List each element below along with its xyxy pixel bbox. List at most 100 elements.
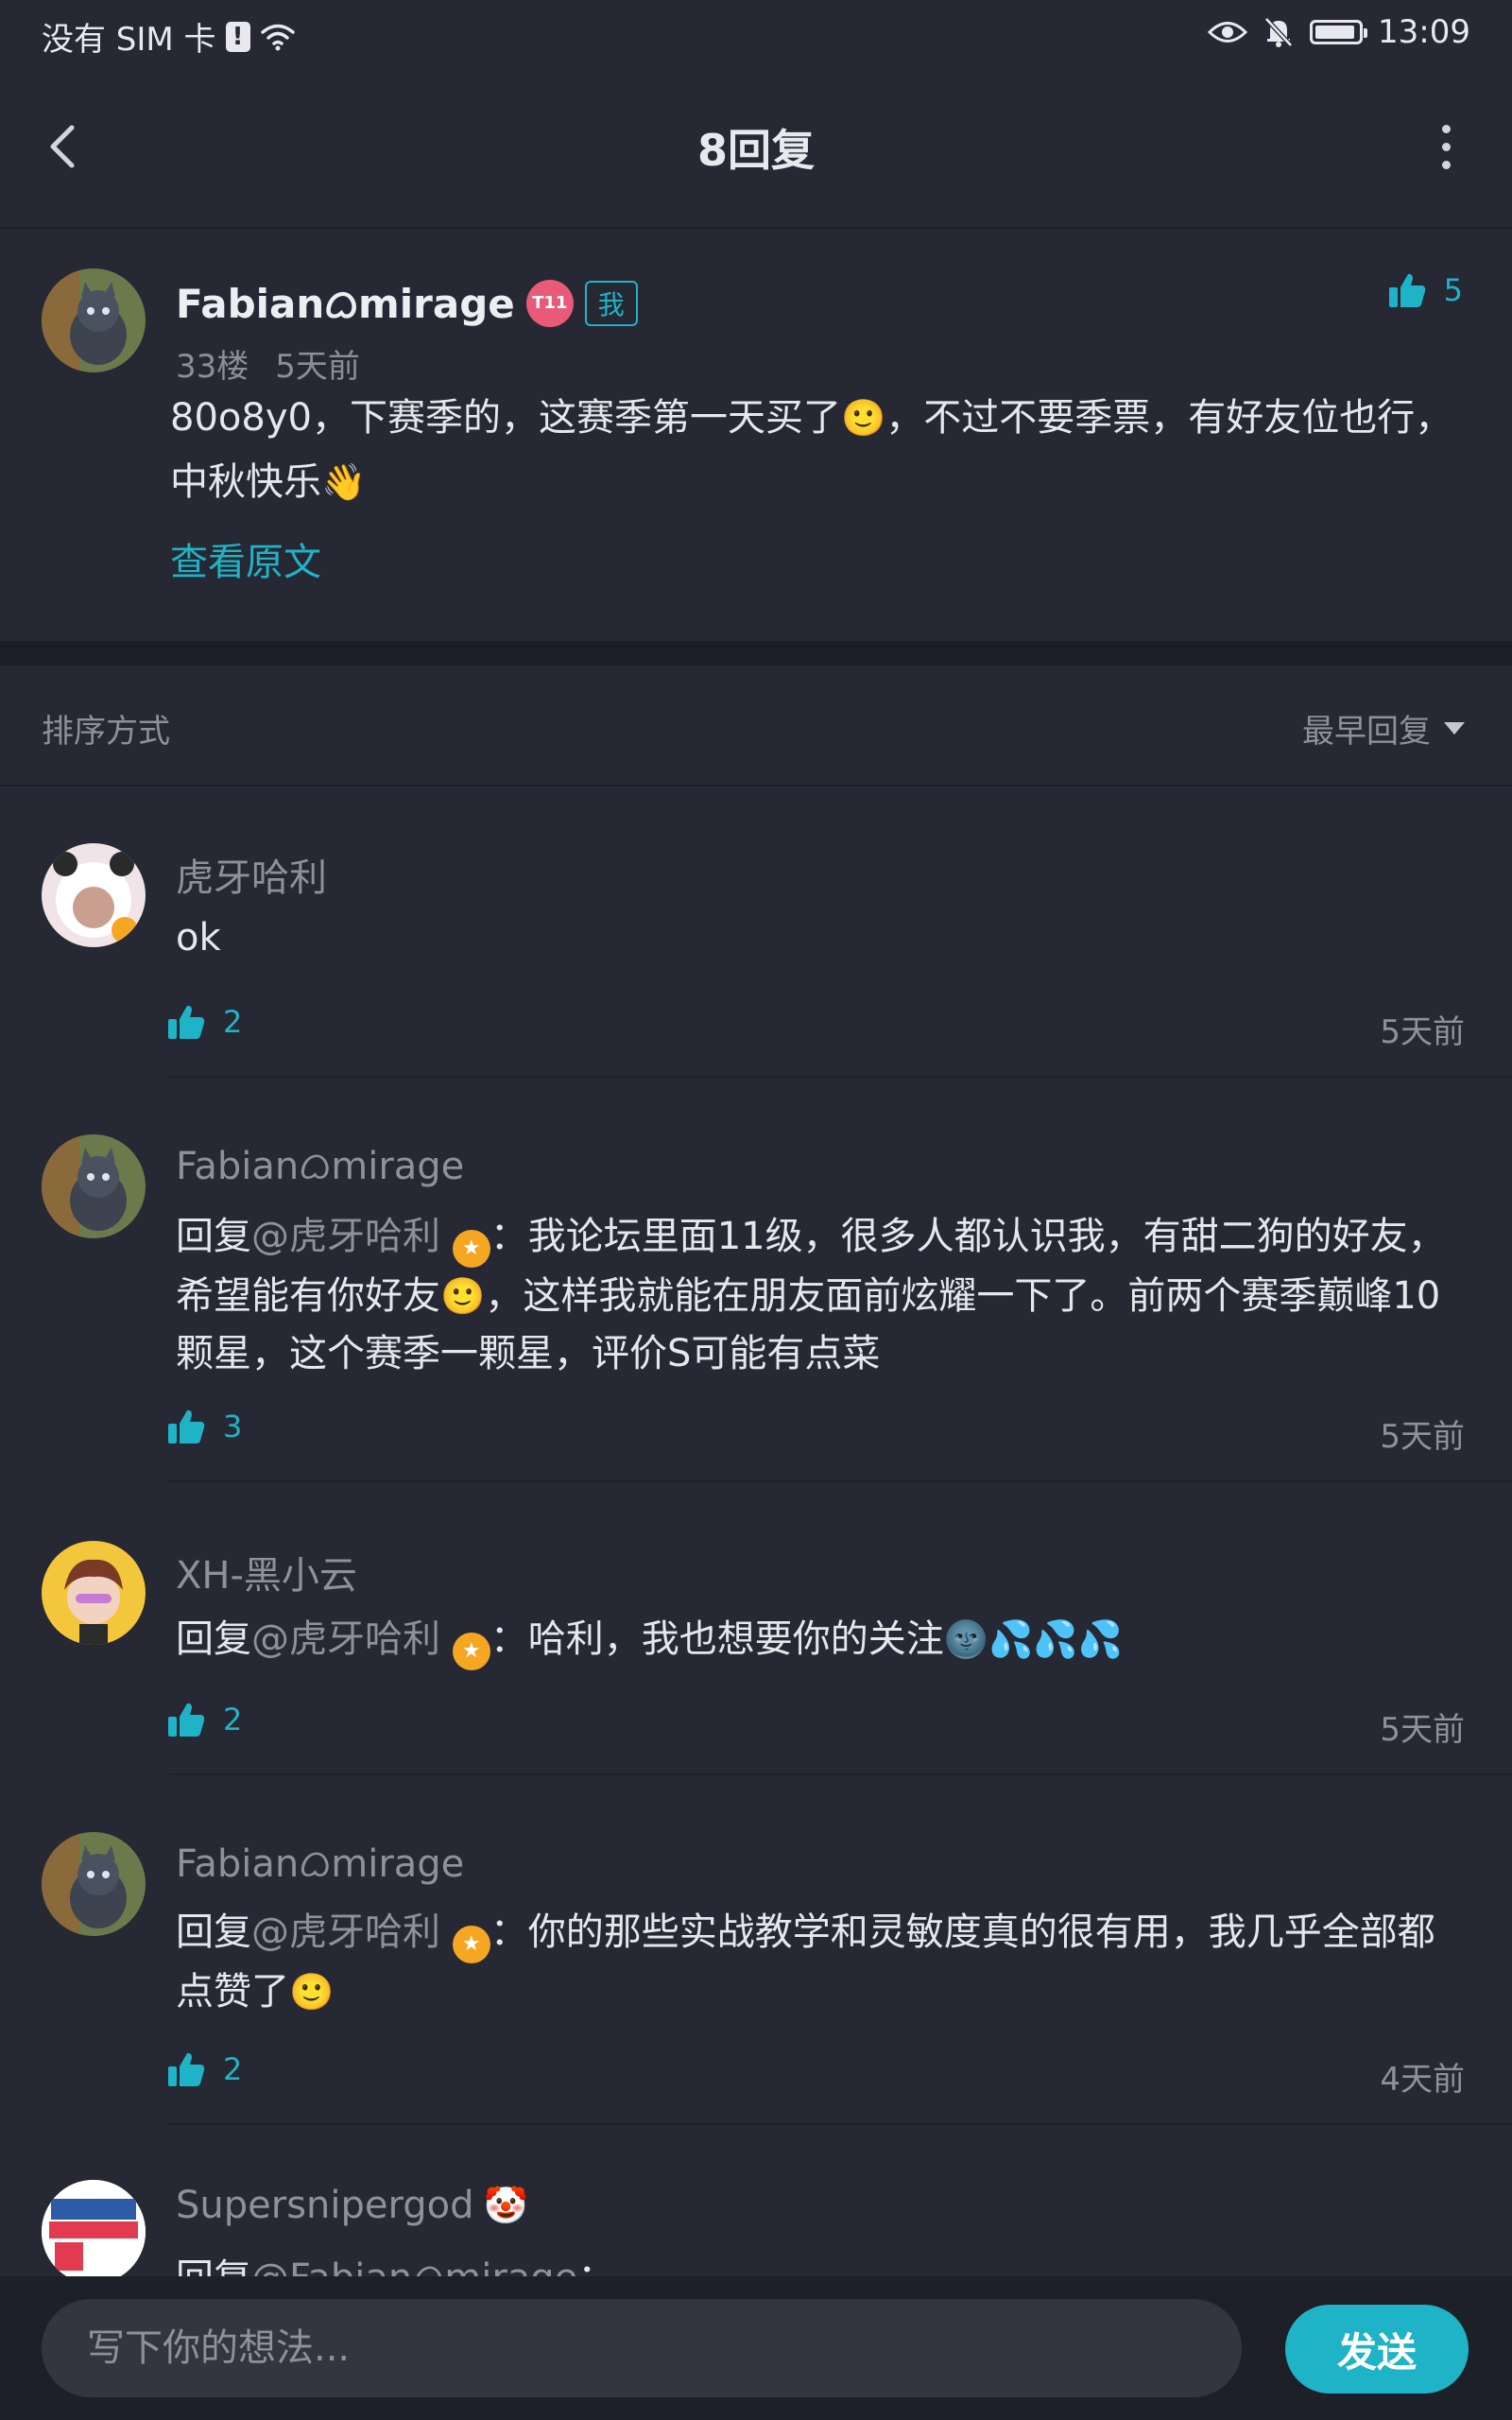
avatar[interactable] bbox=[42, 2180, 146, 2276]
reply-time: 4天前 bbox=[1380, 2061, 1465, 2099]
thumbs-up-icon bbox=[168, 1409, 205, 1443]
reply-content: 回复@虎牙哈利 ★ ：哈利，我也想要你的关注🌚💦💦💦 bbox=[176, 1611, 1470, 1670]
reply-like-count: 2 bbox=[223, 1004, 243, 1040]
reply-time: 5天前 bbox=[1380, 1711, 1465, 1749]
reply-item: XH-黑小云 回复@虎牙哈利 ★ ：哈利，我也想要你的关注🌚💦💦💦 2 5天前 bbox=[0, 1541, 1512, 1777]
send-button[interactable]: 发送 bbox=[1285, 2305, 1469, 2394]
reply-author[interactable]: Supersnipergod 🤡 bbox=[176, 2184, 528, 2227]
thumbs-up-icon bbox=[168, 2052, 205, 2086]
smile-emoji: 🙂 bbox=[840, 397, 886, 439]
post-content: 80o8y0，下赛季的，这赛季第一天买了🙂，不过不要季票，有好友位也行，中秋快乐… bbox=[170, 386, 1455, 514]
status-left: 没有 SIM 卡 ! bbox=[42, 13, 296, 60]
mention-link[interactable]: @虎牙哈利 bbox=[251, 1215, 440, 1258]
reply-content: ok bbox=[176, 916, 221, 959]
carrier-text: 没有 SIM 卡 bbox=[42, 21, 216, 59]
sort-bar: 排序方式 最早回复 bbox=[0, 666, 1512, 786]
mention-link[interactable]: @虎牙哈利 bbox=[251, 1910, 440, 1954]
avatar[interactable] bbox=[42, 1541, 146, 1645]
reply-item: Fabianᜊmirage 回复@虎牙哈利 ★ ：你的那些实战教学和灵敏度真的很有… bbox=[0, 1832, 1512, 2125]
reply-like-count: 2 bbox=[223, 1702, 243, 1737]
reply-prefix: 回复 bbox=[176, 2256, 251, 2276]
page-title: 8回复 bbox=[696, 125, 815, 176]
reply-prefix: 回复 bbox=[176, 1910, 251, 1954]
reply-author[interactable]: Fabianᜊmirage bbox=[176, 1836, 464, 1888]
star-badge-icon: ★ bbox=[452, 1633, 490, 1670]
section-separator bbox=[0, 641, 1512, 666]
reply-item: Supersnipergod 🤡 回复@Fabianᜊmirage： bbox=[0, 2180, 1512, 2276]
cat-avatar-image bbox=[42, 1832, 146, 1936]
reply-like-button[interactable]: 3 bbox=[166, 1407, 242, 1446]
eye-icon bbox=[1208, 22, 1248, 43]
sticker-emoji: 🤡 bbox=[483, 2184, 528, 2226]
panda-avatar-image bbox=[42, 843, 146, 947]
reply-content: 回复@Fabianᜊmirage： bbox=[176, 2250, 1470, 2276]
view-original-link[interactable]: 查看原文 bbox=[170, 531, 321, 586]
main-post: Fabianᜊmirage T11 我 33楼 5天前 5 80o8y0，下赛季的… bbox=[0, 229, 1512, 641]
reply-like-button[interactable]: 2 bbox=[166, 2049, 242, 2089]
status-bar: 没有 SIM 卡 ! 13:09 bbox=[0, 0, 1512, 71]
reply-author-name[interactable]: Supersnipergod bbox=[176, 2184, 474, 2227]
level-badge-icon: T11 bbox=[525, 279, 574, 327]
divider bbox=[168, 1480, 1512, 1482]
cat-avatar-image bbox=[42, 1134, 146, 1238]
reply-prefix: 回复 bbox=[176, 1617, 251, 1661]
post-text-part1: 80o8y0，下赛季的，这赛季第一天买了 bbox=[170, 396, 841, 440]
mention-link[interactable]: @Fabianᜊmirage bbox=[251, 2256, 577, 2276]
avatar[interactable] bbox=[42, 268, 146, 372]
top-nav: 8回复 bbox=[0, 71, 1512, 227]
mention-link[interactable]: @虎牙哈利 bbox=[251, 1617, 440, 1661]
divider bbox=[168, 1076, 1512, 1078]
reply-text-a: ：哈利，我也想要你的关注 bbox=[490, 1617, 944, 1661]
avatar[interactable] bbox=[42, 843, 146, 947]
smile-emoji: 🙂 bbox=[289, 1971, 335, 2013]
post-author[interactable]: Fabianᜊmirage T11 我 bbox=[176, 276, 638, 330]
bell-muted-icon bbox=[1264, 17, 1293, 47]
reply-prefix: 回复 bbox=[176, 1215, 251, 1258]
reply-like-button[interactable]: 2 bbox=[166, 1002, 242, 1042]
status-right: 13:09 bbox=[1208, 13, 1470, 51]
reply-like-count: 3 bbox=[223, 1409, 243, 1444]
more-vertical-icon bbox=[1441, 124, 1451, 133]
erke-avatar-image bbox=[42, 2180, 146, 2276]
cat-avatar-image bbox=[42, 268, 146, 372]
reply-time: 5天前 bbox=[1380, 1418, 1465, 1456]
sort-dropdown[interactable]: 最早回复 bbox=[1302, 705, 1465, 752]
clock-text: 13:09 bbox=[1378, 13, 1470, 51]
reply-item: Fabianᜊmirage 回复@虎牙哈利 ★ ：我论坛里面11级，很多人都认识我… bbox=[0, 1134, 1512, 1484]
reply-content: 回复@虎牙哈利 ★ ：你的那些实战教学和灵敏度真的很有用，我几乎全部都点赞了🙂 bbox=[176, 1904, 1470, 2021]
post-time: 5天前 bbox=[275, 348, 360, 386]
post-meta: 33楼 5天前 bbox=[176, 340, 360, 387]
reply-time: 5天前 bbox=[1380, 1013, 1465, 1051]
star-badge-icon: ★ bbox=[452, 1926, 490, 1963]
battery-icon bbox=[1310, 20, 1368, 44]
divider bbox=[168, 1773, 1512, 1775]
sim-alert-icon: ! bbox=[225, 21, 250, 52]
reply-content: 回复@虎牙哈利 ★ ：我论坛里面11级，很多人都认识我，有甜二狗的好友，希望能有你… bbox=[176, 1208, 1470, 1383]
reply-emojis: 🌚💦💦💦 bbox=[943, 1618, 1123, 1660]
smile-emoji: 🙂 bbox=[440, 1275, 486, 1317]
avatar[interactable] bbox=[42, 1134, 146, 1238]
reply-author[interactable]: Fabianᜊmirage bbox=[176, 1138, 464, 1190]
post-author-name[interactable]: Fabianᜊmirage bbox=[176, 276, 515, 330]
floor-number: 33楼 bbox=[176, 348, 249, 386]
sort-selected-value: 最早回复 bbox=[1302, 713, 1431, 751]
more-dot bbox=[1441, 160, 1451, 169]
avatar[interactable] bbox=[42, 1832, 146, 1936]
reply-author[interactable]: 虎牙哈利 bbox=[176, 847, 327, 902]
comment-input[interactable] bbox=[42, 2299, 1242, 2397]
me-tag: 我 bbox=[584, 280, 638, 326]
more-dot bbox=[1441, 142, 1451, 151]
reply-like-count: 2 bbox=[223, 2051, 243, 2087]
wifi-icon bbox=[260, 24, 295, 50]
reply-author[interactable]: XH-黑小云 bbox=[176, 1545, 357, 1599]
thumbs-up-icon bbox=[168, 1005, 205, 1039]
post-like-button[interactable]: 5 bbox=[1387, 270, 1463, 310]
sort-label: 排序方式 bbox=[42, 713, 170, 751]
thumbs-up-icon bbox=[168, 1703, 205, 1737]
more-options-button[interactable] bbox=[1418, 118, 1474, 175]
reply-item: 虎牙哈利 ok 2 5天前 bbox=[0, 843, 1512, 1080]
reply-like-button[interactable]: 2 bbox=[166, 1700, 242, 1739]
star-badge-icon: ★ bbox=[452, 1230, 490, 1268]
composer-bar: 发送 bbox=[0, 2276, 1512, 2420]
reply-text-a: ： bbox=[577, 2256, 615, 2276]
